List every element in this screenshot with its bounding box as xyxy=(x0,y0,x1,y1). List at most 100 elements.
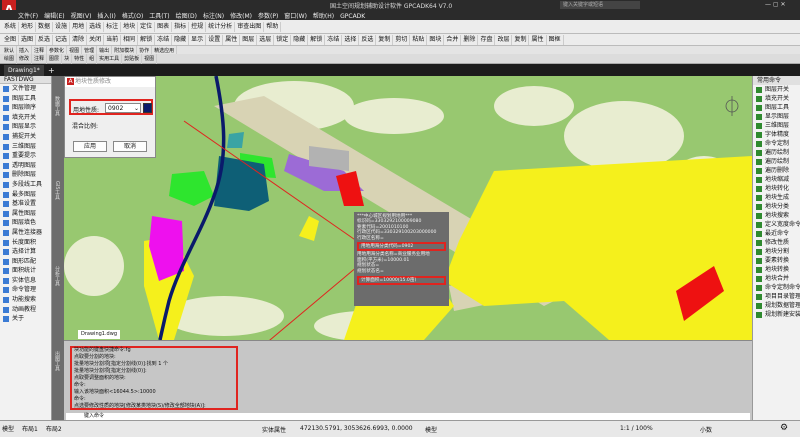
left-item-16[interactable]: 长度面积 xyxy=(0,238,51,248)
map-canvas[interactable]: ***中心城区规划用地用*** 标识码=3303292100009080 要素代码… xyxy=(64,76,752,340)
ribbon2-item-12[interactable]: 设置 xyxy=(206,35,224,45)
menu-item-5[interactable]: 工具(T) xyxy=(149,13,169,20)
ribbon2-item-32[interactable]: 图框 xyxy=(547,35,564,45)
search-input[interactable]: 键入关键字或短语 xyxy=(560,1,640,9)
side-label-2[interactable]: 分析工具 xyxy=(54,266,61,286)
layout-tab-0[interactable]: 模型 xyxy=(2,426,14,433)
ribbon2-item-16[interactable]: 锁定 xyxy=(274,35,292,45)
ribbon2-item-7[interactable]: 相同 xyxy=(121,35,139,45)
left-item-13[interactable]: 属性图层 xyxy=(0,209,51,219)
right-item-3[interactable]: 显示图层 xyxy=(753,112,800,121)
right-item-14[interactable]: 地块搜索 xyxy=(753,211,800,220)
right-item-11[interactable]: 地块转化 xyxy=(753,184,800,193)
right-item-13[interactable]: 地块分类 xyxy=(753,202,800,211)
right-item-1[interactable]: 填充开关 xyxy=(753,94,800,103)
right-item-21[interactable]: 地块合并 xyxy=(753,274,800,283)
ribbon1-item-12[interactable]: 统计分析 xyxy=(206,22,236,32)
menu-item-9[interactable]: 参数(P) xyxy=(258,13,278,20)
ribbon4-item-9[interactable]: 视图 xyxy=(142,54,158,64)
menu-item-6[interactable]: 绘图(D) xyxy=(176,13,197,20)
menu-item-1[interactable]: 编辑(E) xyxy=(44,13,64,20)
left-item-23[interactable]: 动画教程 xyxy=(0,305,51,315)
layout-tab-2[interactable]: 布局2 xyxy=(46,426,62,433)
color-swatch[interactable] xyxy=(143,103,152,113)
side-label-1[interactable]: GIS工具 xyxy=(54,181,61,200)
gear-icon[interactable]: ⚙ xyxy=(780,423,788,433)
right-item-9[interactable]: 遍历删除 xyxy=(753,166,800,175)
ribbon2-item-8[interactable]: 解锁 xyxy=(138,35,156,45)
ribbon2-item-9[interactable]: 冻结 xyxy=(155,35,173,45)
ribbon1-item-0[interactable]: 系统 xyxy=(2,22,20,32)
ribbon1-item-5[interactable]: 选线 xyxy=(87,22,105,32)
right-item-5[interactable]: 字体精度 xyxy=(753,130,800,139)
right-item-24[interactable]: 规划数据管理 xyxy=(753,301,800,310)
ribbon2-item-3[interactable]: 记选 xyxy=(53,35,71,45)
ribbon4-item-7[interactable]: 实用工具 xyxy=(97,54,123,64)
ribbon1-item-14[interactable]: 帮助 xyxy=(264,22,282,32)
ribbon2-item-31[interactable]: 属性 xyxy=(529,35,547,45)
left-item-14[interactable]: 图层填色 xyxy=(0,218,51,228)
right-item-8[interactable]: 遍历绘制 xyxy=(753,157,800,166)
left-item-8[interactable]: 透明图层 xyxy=(0,161,51,171)
left-item-20[interactable]: 实体信息 xyxy=(0,276,51,286)
tab-drawing1[interactable]: Drawing1* xyxy=(4,65,44,76)
ribbon2-item-21[interactable]: 反选 xyxy=(359,35,377,45)
left-item-19[interactable]: 面积统计 xyxy=(0,266,51,276)
menu-item-12[interactable]: GPCADK xyxy=(340,13,365,20)
ribbon2-item-22[interactable]: 复制 xyxy=(376,35,394,45)
ribbon2-item-20[interactable]: 选择 xyxy=(342,35,360,45)
ribbon2-item-23[interactable]: 剪切 xyxy=(393,35,411,45)
menu-item-8[interactable]: 修改(M) xyxy=(230,13,252,20)
left-item-7[interactable]: 重要提示 xyxy=(0,151,51,161)
left-item-17[interactable]: 选择计算 xyxy=(0,247,51,257)
right-item-7[interactable]: 遍历绘制 xyxy=(753,148,800,157)
ribbon2-item-28[interactable]: 存盘 xyxy=(478,35,496,45)
menu-item-11[interactable]: 帮助(H) xyxy=(313,13,334,20)
ribbon4-item-6[interactable]: 组 xyxy=(87,54,98,64)
ribbon4-item-5[interactable]: 特性 xyxy=(72,54,88,64)
apply-button[interactable]: 应用 xyxy=(73,141,107,152)
ribbon2-item-5[interactable]: 关闭 xyxy=(87,35,105,45)
right-item-20[interactable]: 地块转换 xyxy=(753,265,800,274)
scale-readout[interactable]: 1:1 / 100% xyxy=(620,425,653,432)
left-item-3[interactable]: 填充开关 xyxy=(0,113,51,123)
new-tab-button[interactable]: + xyxy=(48,65,55,76)
left-item-24[interactable]: 关于 xyxy=(0,314,51,324)
ribbon2-item-30[interactable]: 复制 xyxy=(512,35,530,45)
ribbon1-item-9[interactable]: 图表 xyxy=(155,22,173,32)
left-item-9[interactable]: 删除图层 xyxy=(0,170,51,180)
ribbon1-item-3[interactable]: 设施 xyxy=(53,22,71,32)
side-label-0[interactable]: 数据工具 xyxy=(54,96,61,116)
left-item-2[interactable]: 图层顺序 xyxy=(0,103,51,113)
ribbon2-item-25[interactable]: 图块 xyxy=(427,35,445,45)
right-item-22[interactable]: 命令定制命令 xyxy=(753,283,800,292)
canvas-file-tab[interactable]: Drawing1.dwg xyxy=(78,330,120,339)
window-controls[interactable]: — ▢ ✕ xyxy=(765,0,800,10)
ribbon2-item-14[interactable]: 图层 xyxy=(240,35,258,45)
ribbon2-item-6[interactable]: 当前 xyxy=(104,35,122,45)
left-item-15[interactable]: 属性连接器 xyxy=(0,228,51,238)
left-item-21[interactable]: 命令管理 xyxy=(0,285,51,295)
ribbon2-item-26[interactable]: 合并 xyxy=(444,35,462,45)
ribbon2-item-17[interactable]: 隐藏 xyxy=(291,35,309,45)
command-input[interactable]: 键入命令 xyxy=(66,413,750,420)
ribbon2-item-10[interactable]: 隐藏 xyxy=(172,35,190,45)
ribbon2-item-2[interactable]: 反选 xyxy=(36,35,54,45)
right-item-19[interactable]: 要素转换 xyxy=(753,256,800,265)
ribbon2-item-4[interactable]: 清除 xyxy=(70,35,88,45)
cancel-button[interactable]: 取消 xyxy=(113,141,147,152)
units-readout[interactable]: 小数 xyxy=(700,425,712,434)
ribbon2-item-1[interactable]: 选图 xyxy=(19,35,37,45)
left-item-10[interactable]: 多段线工具 xyxy=(0,180,51,190)
menu-item-7[interactable]: 标注(N) xyxy=(203,13,224,20)
menu-item-10[interactable]: 窗口(W) xyxy=(284,13,307,20)
layout-tab-1[interactable]: 布局1 xyxy=(22,426,38,433)
right-item-17[interactable]: 修改性质 xyxy=(753,238,800,247)
right-item-25[interactable]: 规划新建安装 xyxy=(753,310,800,319)
ribbon2-item-27[interactable]: 删除 xyxy=(461,35,479,45)
ribbon1-item-8[interactable]: 定位 xyxy=(138,22,156,32)
code-select[interactable]: 0902 ⌄ xyxy=(105,103,141,113)
left-item-12[interactable]: 基准设置 xyxy=(0,199,51,209)
ribbon2-item-13[interactable]: 属性 xyxy=(223,35,241,45)
ribbon2-item-11[interactable]: 显示 xyxy=(189,35,207,45)
